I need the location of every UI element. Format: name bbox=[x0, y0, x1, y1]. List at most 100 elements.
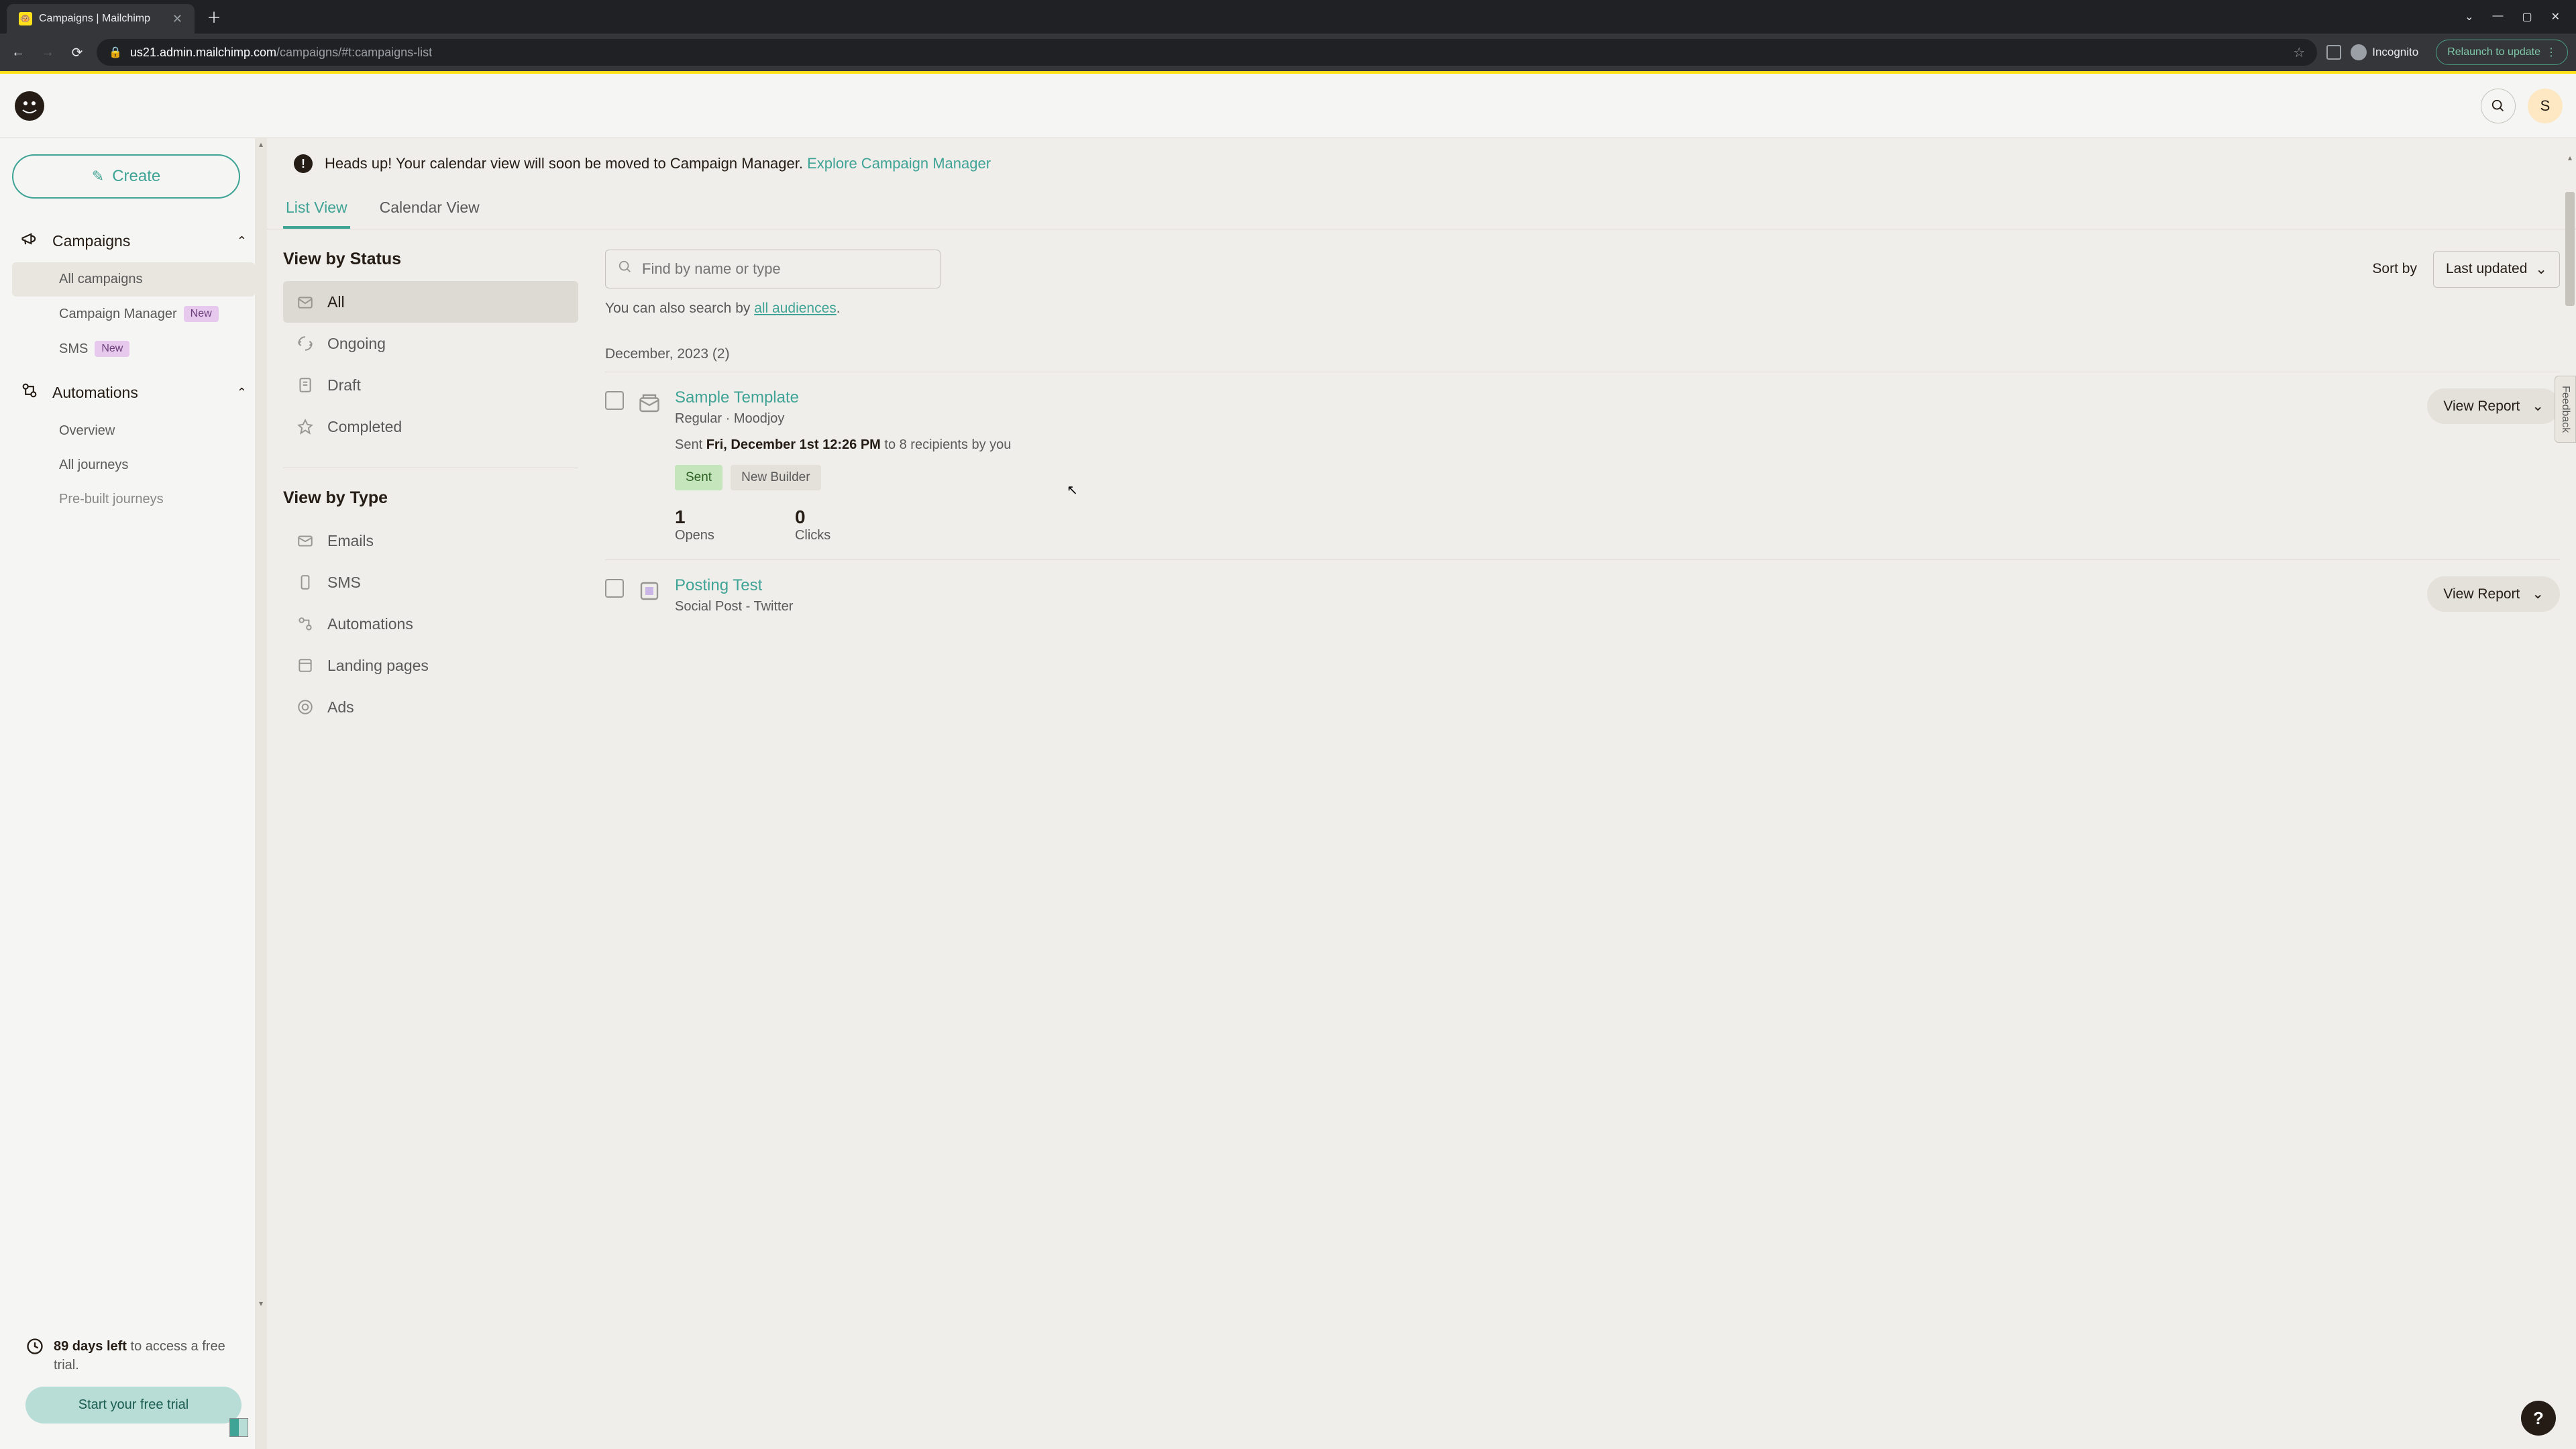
sidebar-scrollbar[interactable]: ▴ ▾ bbox=[255, 138, 267, 1449]
draft-icon bbox=[295, 375, 315, 395]
nav-header-campaigns[interactable]: Campaigns ⌃ bbox=[12, 220, 255, 262]
sidebar-item-campaign-manager[interactable]: Campaign Manager New bbox=[12, 297, 255, 331]
email-icon bbox=[295, 531, 315, 551]
sort-select[interactable]: Last updated ⌄ bbox=[2433, 251, 2560, 288]
mailchimp-logo[interactable] bbox=[13, 90, 46, 122]
global-search-button[interactable] bbox=[2481, 89, 2516, 123]
new-tab-button[interactable]: ＋ bbox=[207, 6, 221, 28]
filter-status-ongoing[interactable]: Ongoing bbox=[283, 323, 578, 364]
ongoing-icon bbox=[295, 333, 315, 354]
info-banner: ! Heads up! Your calendar view will soon… bbox=[267, 138, 2576, 189]
sidebar: ✎ Create Campaigns ⌃ All campaigns Campa… bbox=[0, 138, 267, 1449]
extensions-icon[interactable] bbox=[2326, 45, 2341, 60]
chevron-down-icon: ⌄ bbox=[2535, 261, 2547, 278]
chevron-down-icon[interactable]: ⌄ bbox=[2532, 586, 2544, 602]
view-report-button[interactable]: View Report ⌄ bbox=[2427, 388, 2560, 424]
filter-type-automations[interactable]: Automations bbox=[283, 603, 578, 645]
campaign-meta: Social Post - Twitter bbox=[675, 599, 2415, 614]
nav-header-automations[interactable]: Automations ⌃ bbox=[12, 372, 255, 414]
feedback-tab[interactable]: Feedback bbox=[2555, 376, 2576, 443]
all-audiences-link[interactable]: all audiences bbox=[754, 301, 837, 316]
help-button[interactable]: ? bbox=[2521, 1401, 2556, 1436]
campaign-checkbox[interactable] bbox=[605, 391, 624, 410]
banner-text: Heads up! Your calendar view will soon b… bbox=[325, 155, 991, 172]
main-content: ! Heads up! Your calendar view will soon… bbox=[267, 138, 2576, 1449]
pencil-icon: ✎ bbox=[92, 168, 104, 185]
sidebar-item-prebuilt-journeys[interactable]: Pre-built journeys bbox=[12, 482, 255, 517]
filter-status-draft[interactable]: Draft bbox=[283, 364, 578, 406]
scroll-down-icon[interactable]: ▾ bbox=[255, 1299, 267, 1308]
minimize-icon[interactable]: ― bbox=[2492, 10, 2503, 23]
reload-button[interactable]: ⟳ bbox=[67, 44, 87, 61]
sms-icon bbox=[295, 572, 315, 592]
sidebar-item-sms[interactable]: SMS New bbox=[12, 331, 255, 366]
filter-type-landing-pages[interactable]: Landing pages bbox=[283, 645, 578, 686]
stat-opens: 1 Opens bbox=[675, 506, 714, 543]
inbox-icon bbox=[295, 292, 315, 312]
relaunch-button[interactable]: Relaunch to update ⋮ bbox=[2436, 40, 2568, 65]
tab-calendar-view[interactable]: Calendar View bbox=[377, 189, 482, 229]
scroll-up-icon[interactable]: ▴ bbox=[2564, 153, 2576, 162]
scroll-up-icon[interactable]: ▴ bbox=[255, 140, 267, 149]
filters-column: View by Status All Ongoing Draft Complet… bbox=[283, 250, 578, 728]
create-button[interactable]: ✎ Create bbox=[12, 154, 240, 199]
type-heading: View by Type bbox=[283, 488, 578, 508]
status-heading: View by Status bbox=[283, 250, 578, 269]
campaign-envelope-icon bbox=[636, 390, 663, 417]
status-tag-sent: Sent bbox=[675, 465, 722, 490]
bookmark-icon[interactable]: ☆ bbox=[2293, 44, 2305, 61]
sidebar-item-all-campaigns[interactable]: All campaigns bbox=[12, 262, 255, 297]
incognito-badge: Incognito bbox=[2351, 44, 2418, 60]
campaign-meta: Regular · Moodjoy bbox=[675, 411, 2415, 427]
url-text: us21.admin.mailchimp.com/campaigns/#t:ca… bbox=[130, 46, 432, 60]
close-window-icon[interactable]: ✕ bbox=[2551, 10, 2560, 23]
completed-icon bbox=[295, 417, 315, 437]
menu-dots-icon[interactable]: ⋮ bbox=[2546, 46, 2557, 59]
filter-status-all[interactable]: All bbox=[283, 281, 578, 323]
tabs-dropdown-icon[interactable]: ⌄ bbox=[2465, 10, 2473, 23]
search-input[interactable] bbox=[642, 260, 928, 278]
nav-section-campaigns: Campaigns ⌃ All campaigns Campaign Manag… bbox=[12, 220, 255, 366]
url-bar[interactable]: 🔒 us21.admin.mailchimp.com/campaigns/#t:… bbox=[97, 39, 2317, 66]
user-avatar[interactable]: S bbox=[2528, 89, 2563, 123]
back-button[interactable]: ← bbox=[8, 45, 28, 60]
clock-icon bbox=[25, 1337, 44, 1360]
ads-icon bbox=[295, 697, 315, 717]
maximize-icon[interactable]: ▢ bbox=[2522, 10, 2532, 23]
landing-page-icon bbox=[295, 655, 315, 676]
banner-link[interactable]: Explore Campaign Manager bbox=[807, 155, 991, 172]
status-tag-builder: New Builder bbox=[731, 465, 820, 490]
scrollbar-thumb[interactable] bbox=[2565, 192, 2575, 306]
view-report-button[interactable]: View Report ⌄ bbox=[2427, 576, 2560, 612]
chevron-up-icon: ⌃ bbox=[237, 386, 247, 400]
filter-type-sms[interactable]: SMS bbox=[283, 561, 578, 603]
trial-text: 89 days left to access a free trial. bbox=[54, 1337, 241, 1375]
info-icon: ! bbox=[294, 154, 313, 173]
search-box[interactable] bbox=[605, 250, 941, 288]
theme-swatch-icon[interactable] bbox=[229, 1418, 248, 1437]
group-header: December, 2023 (2) bbox=[605, 337, 2560, 372]
filter-type-emails[interactable]: Emails bbox=[283, 520, 578, 561]
filter-status-completed[interactable]: Completed bbox=[283, 406, 578, 447]
browser-tab[interactable]: 🐵 Campaigns | Mailchimp ✕ bbox=[7, 4, 195, 34]
campaign-checkbox[interactable] bbox=[605, 579, 624, 598]
campaign-row: Sample Template Regular · Moodjoy Sent F… bbox=[605, 372, 2560, 560]
filter-type-ads[interactable]: Ads bbox=[283, 686, 578, 728]
sidebar-item-overview[interactable]: Overview bbox=[12, 414, 255, 448]
automation-icon bbox=[295, 614, 315, 634]
app-header: S bbox=[0, 74, 2576, 138]
main-scrollbar[interactable]: ▴ bbox=[2564, 152, 2576, 1449]
forward-button[interactable]: → bbox=[38, 45, 58, 60]
megaphone-icon bbox=[20, 229, 40, 253]
tab-list-view[interactable]: List View bbox=[283, 189, 350, 229]
new-badge: New bbox=[184, 306, 219, 322]
chevron-up-icon: ⌃ bbox=[237, 234, 247, 248]
close-tab-icon[interactable]: ✕ bbox=[172, 12, 182, 26]
start-trial-button[interactable]: Start your free trial bbox=[25, 1387, 241, 1424]
trial-box: 89 days left to access a free trial. Sta… bbox=[12, 1324, 255, 1437]
sidebar-item-all-journeys[interactable]: All journeys bbox=[12, 448, 255, 482]
chevron-down-icon[interactable]: ⌄ bbox=[2532, 398, 2544, 415]
stat-clicks: 0 Clicks bbox=[795, 506, 830, 543]
campaign-title-link[interactable]: Sample Template bbox=[675, 388, 2415, 407]
campaign-title-link[interactable]: Posting Test bbox=[675, 576, 2415, 595]
